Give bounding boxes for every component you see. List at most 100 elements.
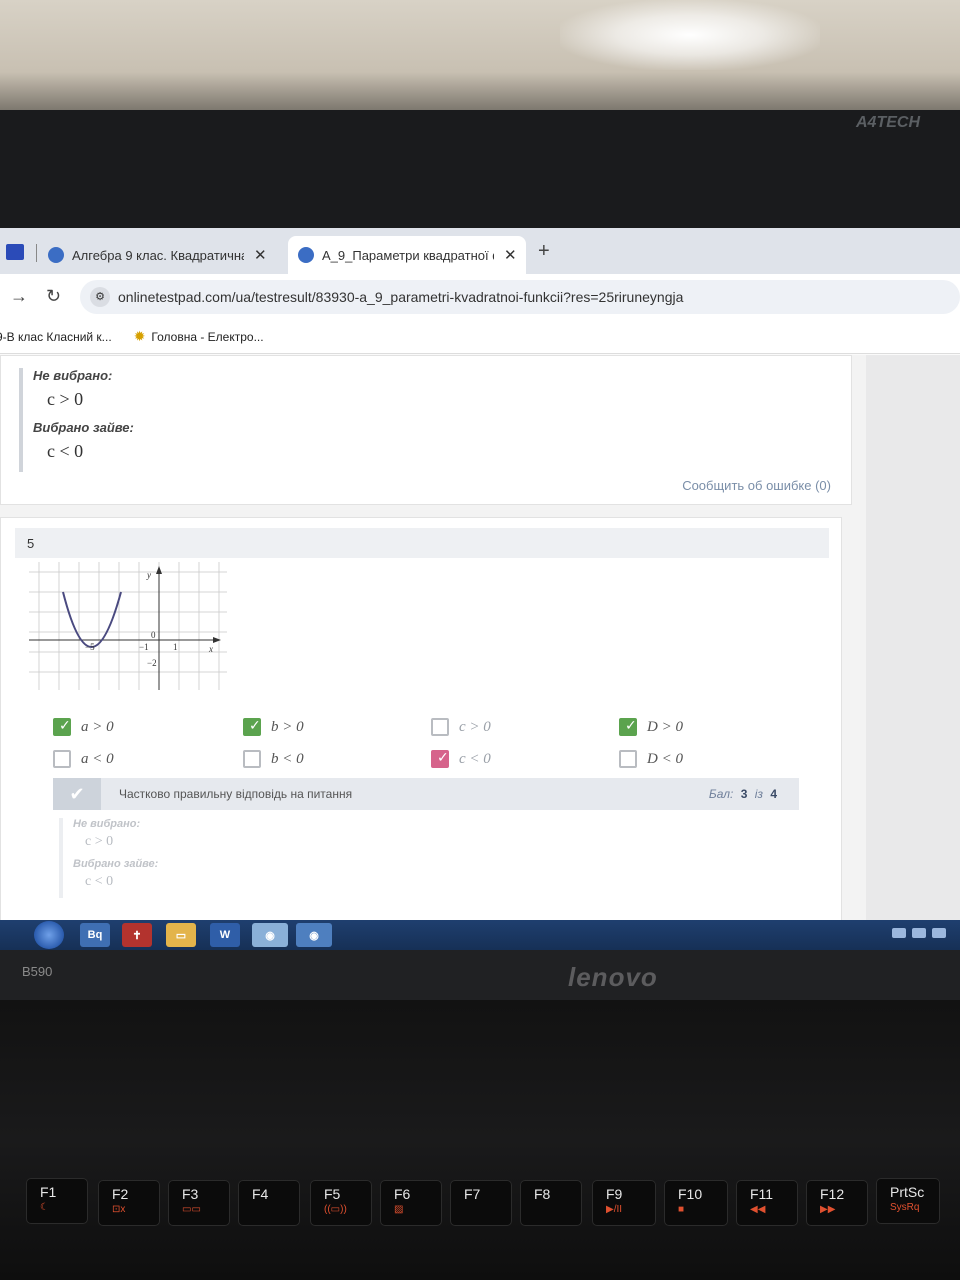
checkbox[interactable]: [243, 750, 261, 768]
tab-algebra[interactable]: Алгебра 9 клас. Квадратична ф ✕: [48, 236, 278, 274]
extra-selected-label: Вибрано зайве:: [73, 858, 159, 870]
key-f9[interactable]: F9 ▶/II: [592, 1180, 656, 1226]
option-c-positive[interactable]: c > 0: [431, 718, 491, 736]
option-label: a < 0: [81, 750, 114, 767]
option-d-positive[interactable]: ✓ D > 0: [619, 718, 683, 736]
close-icon[interactable]: ✕: [504, 246, 517, 264]
bookmark-label: Головна - Електро...: [151, 329, 264, 344]
x-axis-label: x: [208, 644, 213, 654]
page-content: Не вибрано: c > 0 Вибрано зайве: c < 0 С…: [0, 355, 960, 921]
option-c-negative[interactable]: ✓ c < 0: [431, 750, 491, 768]
bookmark-home[interactable]: ✹ Головна - Електро...: [134, 328, 264, 345]
tray-battery-icon[interactable]: [932, 928, 946, 938]
checkbox[interactable]: [431, 718, 449, 736]
window-glare: [560, 0, 820, 70]
checkbox[interactable]: ✓: [53, 718, 71, 736]
not-selected-value: c > 0: [85, 834, 114, 849]
report-error-link[interactable]: Сообщить об ошибке (0): [682, 478, 831, 493]
key-f3[interactable]: F3 ▭▭: [168, 1180, 230, 1226]
key-f1[interactable]: F1 ☾: [26, 1178, 88, 1224]
tray-network-icon[interactable]: [892, 928, 906, 938]
parabola-graph: y x −5 −1 0 1 −2: [29, 562, 227, 690]
option-label: c > 0: [459, 718, 491, 735]
option-a-positive[interactable]: ✓ a > 0: [53, 718, 114, 736]
laptop-bezel-bottom: [0, 950, 960, 1000]
taskbar-chrome-2-icon[interactable]: ◉: [296, 923, 332, 947]
tab-title: Алгебра 9 клас. Квадратична ф: [72, 247, 244, 263]
key-prtsc[interactable]: PrtSc SysRq: [876, 1178, 940, 1224]
forward-icon[interactable]: →: [10, 286, 28, 307]
option-label: b > 0: [271, 718, 304, 735]
key-f2[interactable]: F2 ⊡x: [98, 1180, 160, 1226]
result-bar: ✔ Частково правильну відповідь на питанн…: [53, 778, 799, 810]
reload-icon[interactable]: ↻: [46, 286, 61, 307]
check-icon: ✓: [437, 750, 449, 766]
site-favicon-icon: [298, 247, 314, 263]
taskbar-bible-icon[interactable]: ✝: [122, 923, 152, 947]
taskbar: Bq ✝ ▭ W ◉ ◉: [0, 920, 960, 950]
answer-feedback: Не вибрано: c > 0 Вибрано зайве: c < 0: [19, 368, 134, 472]
bookmark-class[interactable]: 9-В клас Класний к...: [0, 330, 112, 344]
bookmarks-bar: 9-В клас Класний к... ✹ Головна - Електр…: [0, 320, 960, 354]
checkbox[interactable]: ✓: [243, 718, 261, 736]
answer-feedback: Не вибрано: c > 0 Вибрано зайве: c < 0: [59, 818, 158, 898]
taskbar-app-bq-icon[interactable]: Bq: [80, 923, 110, 947]
close-icon[interactable]: ✕: [254, 246, 267, 264]
taskbar-explorer-icon[interactable]: ▭: [166, 923, 196, 947]
checkbox[interactable]: [53, 750, 71, 768]
key-f8[interactable]: F8: [520, 1180, 582, 1226]
checkbox[interactable]: ✓: [619, 718, 637, 736]
extra-selected-value: c < 0: [85, 874, 114, 889]
option-label: D < 0: [647, 750, 683, 767]
tab-bar: Алгебра 9 клас. Квадратична ф ✕ А_9_Пара…: [0, 228, 960, 274]
check-icon: ✔: [53, 778, 101, 810]
url-text: onlinetestpad.com/ua/testresult/83930-a_…: [118, 289, 684, 305]
key-f5[interactable]: F5 ((▭)): [310, 1180, 372, 1226]
page-gutter: [866, 355, 960, 921]
score-value: 3: [740, 787, 748, 801]
start-button[interactable]: [34, 921, 64, 949]
option-b-negative[interactable]: b < 0: [243, 750, 304, 768]
option-a-negative[interactable]: a < 0: [53, 750, 114, 768]
address-bar: → ↻ ⚙ onlinetestpad.com/ua/testresult/83…: [0, 274, 960, 320]
tab-parametry[interactable]: А_9_Параметри квадратної фу ✕: [288, 236, 526, 274]
bookmark-label: 9-В клас Класний к...: [0, 329, 112, 344]
tab-title: А_9_Параметри квадратної фу: [322, 247, 494, 263]
option-b-positive[interactable]: ✓ b > 0: [243, 718, 304, 736]
x-tick-label: −5: [85, 642, 95, 652]
option-d-negative[interactable]: D < 0: [619, 750, 683, 768]
key-f11[interactable]: F11 ◀◀: [736, 1180, 798, 1226]
key-f6[interactable]: F6 ▨: [380, 1180, 442, 1226]
origin-label: 0: [151, 630, 156, 640]
checkbox[interactable]: [619, 750, 637, 768]
key-f7[interactable]: F7: [450, 1180, 512, 1226]
score-max: 4: [770, 787, 777, 801]
new-tab-button[interactable]: +: [538, 240, 550, 263]
taskbar-chrome-icon[interactable]: ◉: [252, 923, 288, 947]
laptop-model: B590: [22, 964, 53, 979]
site-info-icon[interactable]: ⚙: [90, 287, 110, 307]
extra-selected-value: c < 0: [47, 441, 84, 461]
sun-icon: ✹: [133, 328, 146, 344]
tab-separator: [36, 244, 37, 262]
key-f4[interactable]: F4: [238, 1180, 300, 1226]
check-icon: ✓: [59, 718, 71, 734]
tray-volume-icon[interactable]: [912, 928, 926, 938]
previous-question-card: Не вибрано: c > 0 Вибрано зайве: c < 0 С…: [0, 355, 852, 505]
key-f12[interactable]: F12 ▶▶: [806, 1180, 868, 1226]
question-header: 5: [15, 528, 829, 558]
x-tick-label: −1: [139, 642, 149, 652]
x-tick-label: 1: [173, 642, 178, 652]
url-field[interactable]: ⚙ onlinetestpad.com/ua/testresult/83930-…: [80, 280, 960, 314]
monitor-bezel: [0, 110, 960, 235]
not-selected-label: Не вибрано:: [73, 818, 141, 830]
result-text: Частково правильну відповідь на питання: [119, 787, 353, 801]
site-favicon-icon: [48, 247, 64, 263]
checkbox[interactable]: ✓: [431, 750, 449, 768]
monitor-brand-logo: A4TECH: [855, 114, 920, 131]
laptop-keyboard-deck: F1 ☾ F2 ⊡x F3 ▭▭ F4 F5 ((▭)) F6 ▨ F7 F8 F9 ▶/I…: [0, 1000, 960, 1280]
taskbar-word-icon[interactable]: W: [210, 923, 240, 947]
key-f10[interactable]: F10 ■: [664, 1180, 728, 1226]
classroom-icon[interactable]: [6, 244, 24, 260]
score-of: із: [754, 787, 763, 801]
